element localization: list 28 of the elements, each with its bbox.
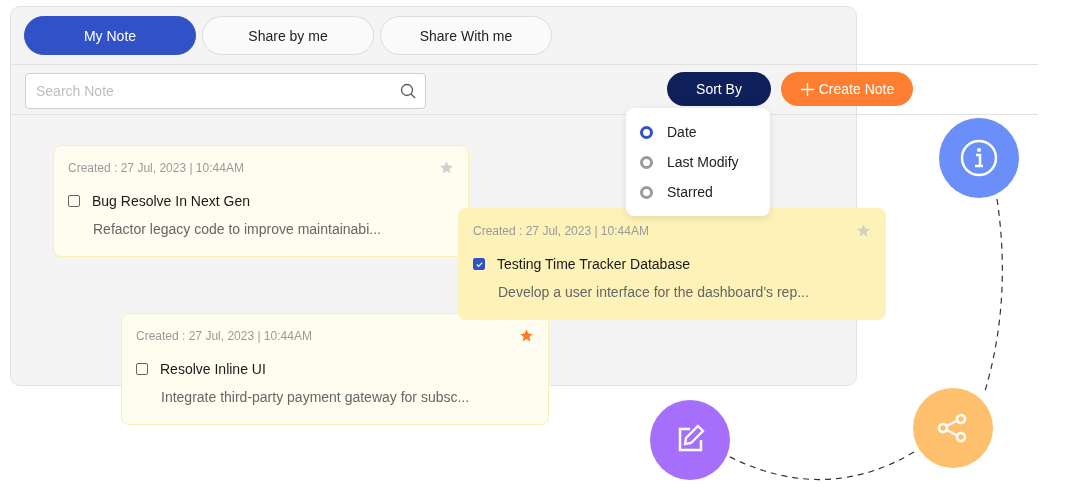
tab[interactable]: Share by me [202,16,374,55]
created-date: Created : 27 Jul, 2023 | 10:44AM [473,223,649,238]
created-date: Created : 27 Jul, 2023 | 10:44AM [68,160,244,175]
tab[interactable]: Share With me [380,16,552,55]
note-card[interactable]: Created : 27 Jul, 2023 | 10:44AM Resolve Inline UI Integrate third-party payment gateway for subsc... [121,313,549,425]
note-card[interactable]: Created : 27 Jul, 2023 | 10:44AM Testing Time Tracker Database Develop a user interface for the dashboard's rep... [458,208,886,320]
plus-icon [799,81,815,97]
sort-option[interactable]: Starred [626,177,770,207]
created-date: Created : 27 Jul, 2023 | 10:44AM [136,328,312,343]
star-icon[interactable] [519,328,534,343]
note-description: Integrate third-party payment gateway for subsc... [161,389,471,405]
sort-option[interactable]: Last Modify [626,147,770,177]
star-icon[interactable] [856,223,871,238]
sort-by-button[interactable]: Sort By [667,72,771,106]
search-icon [400,83,416,99]
note-card[interactable]: Created : 27 Jul, 2023 | 10:44AM Bug Resolve In Next Gen Refactor legacy code to improve maintainabi... [53,145,469,257]
checkbox[interactable] [473,258,485,270]
star-icon[interactable] [439,160,454,175]
checkbox[interactable] [136,363,148,375]
note-title: Testing Time Tracker Database [497,256,690,272]
note-title: Resolve Inline UI [160,361,266,377]
search-field[interactable]: Search Note [25,73,426,109]
checkbox[interactable] [68,195,80,207]
note-description: Refactor legacy code to improve maintainabi... [93,221,382,237]
note-description: Develop a user interface for the dashboard's rep... [498,284,810,300]
tab[interactable]: My Note [24,16,196,55]
note-title: Bug Resolve In Next Gen [92,193,250,209]
sort-option[interactable]: Date [626,117,770,147]
